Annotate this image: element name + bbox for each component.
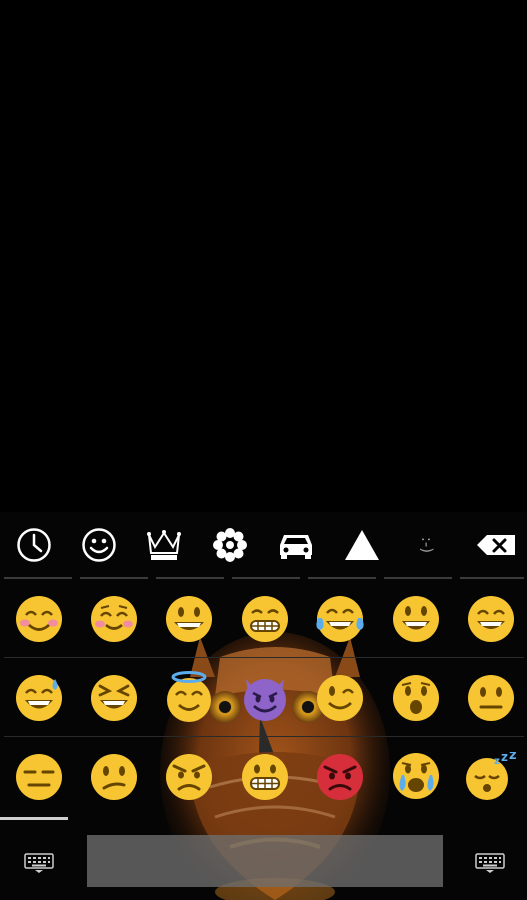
backspace-button[interactable] bbox=[470, 520, 522, 570]
emoji-halo[interactable] bbox=[152, 659, 226, 737]
pouting-red-emoji-icon bbox=[317, 754, 363, 800]
grin-closed-eyes-emoji-icon bbox=[468, 596, 514, 642]
sleeping-emoji-icon: z z z bbox=[466, 752, 517, 800]
category-smileys[interactable] bbox=[73, 520, 125, 570]
space-bar[interactable] bbox=[87, 835, 443, 887]
category-indicator bbox=[384, 577, 452, 579]
emoji-crying-open[interactable] bbox=[379, 738, 453, 816]
category-indicator bbox=[460, 577, 524, 579]
emoji-angry[interactable] bbox=[152, 738, 226, 816]
smiling-devil-emoji-icon bbox=[244, 679, 286, 721]
page-indicator bbox=[0, 817, 68, 820]
svg-text:z: z bbox=[509, 752, 517, 763]
tears-of-joy-emoji-icon bbox=[316, 596, 364, 642]
emoji-sweat-smile[interactable] bbox=[2, 659, 76, 737]
emoji-smiling-eyes-blush[interactable] bbox=[77, 580, 151, 658]
emoji-smiling-devil[interactable] bbox=[228, 659, 302, 737]
angry-emoji-icon bbox=[166, 754, 212, 800]
clock-recent-icon bbox=[17, 528, 51, 562]
sweat-smile-emoji-icon bbox=[16, 675, 62, 721]
emoticon-icon: :-) bbox=[417, 536, 436, 554]
emoji-keyboard: :-) z z z bbox=[0, 512, 527, 900]
category-indicator bbox=[4, 577, 72, 579]
wink-emoji-icon bbox=[317, 675, 363, 721]
car-icon bbox=[280, 535, 312, 559]
emoji-category-bar: :-) bbox=[0, 512, 527, 574]
category-indicator bbox=[156, 577, 224, 579]
emoji-squint-laugh[interactable] bbox=[77, 659, 151, 737]
emoji-wink[interactable] bbox=[303, 659, 377, 737]
category-emoticons[interactable]: :-) bbox=[401, 520, 453, 570]
emoji-open-mouth-smile[interactable] bbox=[379, 580, 453, 658]
emoji-grin[interactable] bbox=[152, 580, 226, 658]
smiling-eyes-emoji-icon bbox=[91, 596, 137, 642]
crying-emoji-icon bbox=[393, 753, 439, 799]
emoji-tears-of-joy[interactable] bbox=[303, 580, 377, 658]
switch-keyboard-left-button[interactable] bbox=[4, 838, 74, 888]
emoji-expressionless[interactable] bbox=[2, 738, 76, 816]
keyboard-icon bbox=[475, 853, 505, 873]
emoji-hushed[interactable] bbox=[379, 659, 453, 737]
category-indicator bbox=[308, 577, 376, 579]
expressionless-emoji-icon bbox=[16, 754, 62, 800]
emoji-grimace-2[interactable] bbox=[228, 738, 302, 816]
keyboard-icon bbox=[24, 853, 54, 873]
emoji-grin-closed-eyes[interactable] bbox=[454, 580, 527, 658]
grin-emoji-icon bbox=[166, 596, 212, 642]
hushed-emoji-icon bbox=[393, 675, 439, 721]
svg-text:z: z bbox=[494, 756, 500, 767]
category-symbols[interactable] bbox=[336, 520, 388, 570]
emoji-sleeping[interactable]: z z z bbox=[454, 738, 527, 816]
category-objects[interactable] bbox=[138, 520, 190, 570]
smiley-icon bbox=[82, 528, 116, 562]
triangle-symbols-icon bbox=[345, 530, 379, 560]
keyboard-bottom-bar bbox=[0, 828, 527, 900]
halo-emoji-icon bbox=[167, 671, 211, 722]
category-indicator bbox=[232, 577, 300, 579]
category-nature[interactable] bbox=[204, 520, 256, 570]
grimace-emoji-icon bbox=[242, 754, 288, 800]
switch-keyboard-right-button[interactable] bbox=[455, 838, 525, 888]
emoji-confused[interactable] bbox=[77, 738, 151, 816]
open-smile-emoji-icon bbox=[393, 596, 439, 642]
flower-icon bbox=[213, 528, 247, 562]
category-indicator bbox=[80, 577, 148, 579]
blush-emoji-icon bbox=[16, 596, 62, 642]
emoji-neutral[interactable] bbox=[454, 659, 527, 737]
grimace-emoji-icon bbox=[242, 596, 288, 642]
emoji-pouting-red[interactable] bbox=[303, 738, 377, 816]
app-content-area bbox=[0, 0, 527, 512]
squint-laugh-emoji-icon bbox=[91, 675, 137, 721]
category-places[interactable] bbox=[270, 520, 322, 570]
svg-text:z: z bbox=[501, 752, 508, 764]
emoji-blush[interactable] bbox=[2, 580, 76, 658]
backspace-icon bbox=[477, 535, 515, 555]
category-recent[interactable] bbox=[8, 520, 60, 570]
crown-icon bbox=[147, 530, 181, 560]
neutral-emoji-icon bbox=[468, 675, 514, 721]
emoji-grimace[interactable] bbox=[228, 580, 302, 658]
confused-emoji-icon bbox=[91, 754, 137, 800]
